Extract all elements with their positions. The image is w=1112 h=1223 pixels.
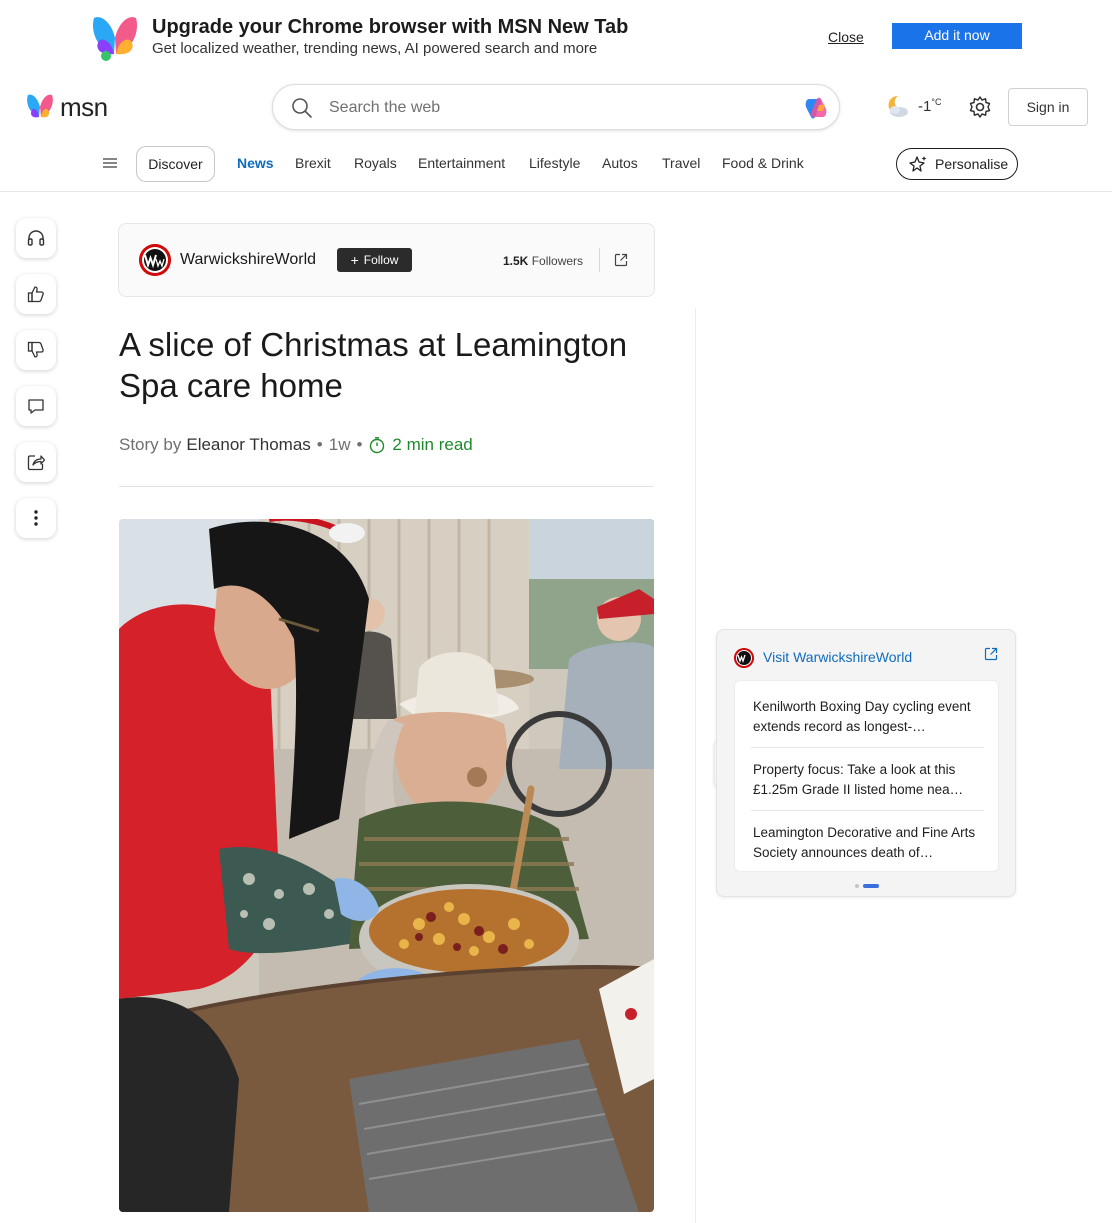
article-title: A slice of Christmas at Leamington Spa c… [119,326,628,404]
publisher-logo-small [734,648,754,668]
personalise-button[interactable]: Personalise [896,148,1018,180]
listen-button[interactable] [16,218,56,258]
article-age: 1w [328,435,351,454]
publisher-logo[interactable] [139,244,171,276]
nav-item-brexit[interactable]: Brexit [295,155,331,171]
personalise-label: Personalise [935,156,1009,172]
sign-in-button[interactable]: Sign in [1008,88,1088,126]
divider [751,810,984,811]
like-button[interactable] [16,274,56,314]
copilot-icon[interactable] [801,93,831,123]
sparkle-star-icon [909,156,927,172]
read-time: 2 min read [392,435,473,454]
nav-item-food-drink[interactable]: Food & Drink [722,155,804,171]
plus-icon: + [350,252,359,268]
publisher-story-list: Kenilworth Boxing Day cycling event exte… [734,680,999,872]
divider [599,248,600,272]
divider [751,747,984,748]
timer-icon [370,437,385,454]
nav-item-lifestyle[interactable]: Lifestyle [529,155,580,171]
visit-publisher-link[interactable]: Visit WarwickshireWorld [763,649,912,665]
share-icon [27,455,46,471]
separator-dot: • [356,435,363,454]
listen-icon [27,230,45,246]
search-box[interactable] [272,84,840,130]
search-input[interactable] [329,97,789,119]
weather-widget[interactable]: -1°C [884,92,941,120]
category-nav: Discover News Brexit Royals Entertainmen… [0,144,1112,192]
list-item[interactable]: Leamington Decorative and Fine Arts Soci… [753,823,985,863]
weather-temperature: -1°C [918,97,942,115]
separator-dot: • [316,435,323,454]
list-item[interactable]: Property focus: Take a look at this £1.2… [753,760,985,800]
nav-item-travel[interactable]: Travel [662,155,700,171]
dislike-icon [27,341,44,358]
comment-button[interactable] [16,386,56,426]
author-name[interactable]: Eleanor Thomas [186,435,310,455]
like-icon [27,286,44,303]
nav-item-news[interactable]: News [237,155,274,171]
publisher-widget: Visit WarwickshireWorld Kenilworth Boxin… [716,629,1016,897]
dislike-button[interactable] [16,330,56,370]
carousel-dot[interactable] [855,884,859,888]
more-icon [34,510,38,526]
msn-logo-text: msn [60,91,108,122]
article-hero-image[interactable] [119,519,654,1212]
msn-butterfly-logo [92,17,138,61]
follow-label: Follow [363,253,399,267]
msn-logo[interactable]: msn [24,90,108,124]
promo-subtitle: Get localized weather, trending news, AI… [152,40,598,57]
followers-count: 1.5K Followers [503,254,584,268]
carousel-pagination [855,884,883,888]
open-external-icon[interactable] [613,252,629,268]
gear-icon[interactable] [968,95,992,119]
hamburger-menu-icon[interactable] [102,156,118,170]
msn-butterfly-icon [27,94,53,118]
promo-add-button[interactable]: Add it now [892,23,1022,49]
open-external-icon[interactable] [983,646,999,662]
promo-close-link[interactable]: Close [828,29,864,45]
nav-discover[interactable]: Discover [136,146,215,182]
nav-item-royals[interactable]: Royals [354,155,397,171]
nav-item-entertainment[interactable]: Entertainment [418,155,505,171]
article-byline: Story by Eleanor Thomas • 1w • 2 min rea… [119,435,473,455]
more-options-button[interactable] [16,498,56,538]
publisher-card: WarwickshireWorld + Follow 1.5K Follower… [118,223,655,297]
byline-prefix: Story by [119,435,182,454]
care-home-photo [119,519,654,1212]
carousel-dot-active[interactable] [863,884,879,888]
partly-cloudy-night-icon [888,95,908,117]
comment-icon [28,399,44,414]
promo-title: Upgrade your Chrome browser with MSN New… [152,16,629,38]
share-button[interactable] [16,442,56,482]
nav-item-autos[interactable]: Autos [602,155,638,171]
publisher-name[interactable]: WarwickshireWorld [180,251,316,269]
search-icon [292,98,312,118]
promo-banner: Upgrade your Chrome browser with MSN New… [0,0,1112,74]
column-divider [695,308,696,1223]
follow-button[interactable]: + Follow [337,248,412,272]
list-item[interactable]: Kenilworth Boxing Day cycling event exte… [753,697,985,737]
divider [119,486,654,487]
